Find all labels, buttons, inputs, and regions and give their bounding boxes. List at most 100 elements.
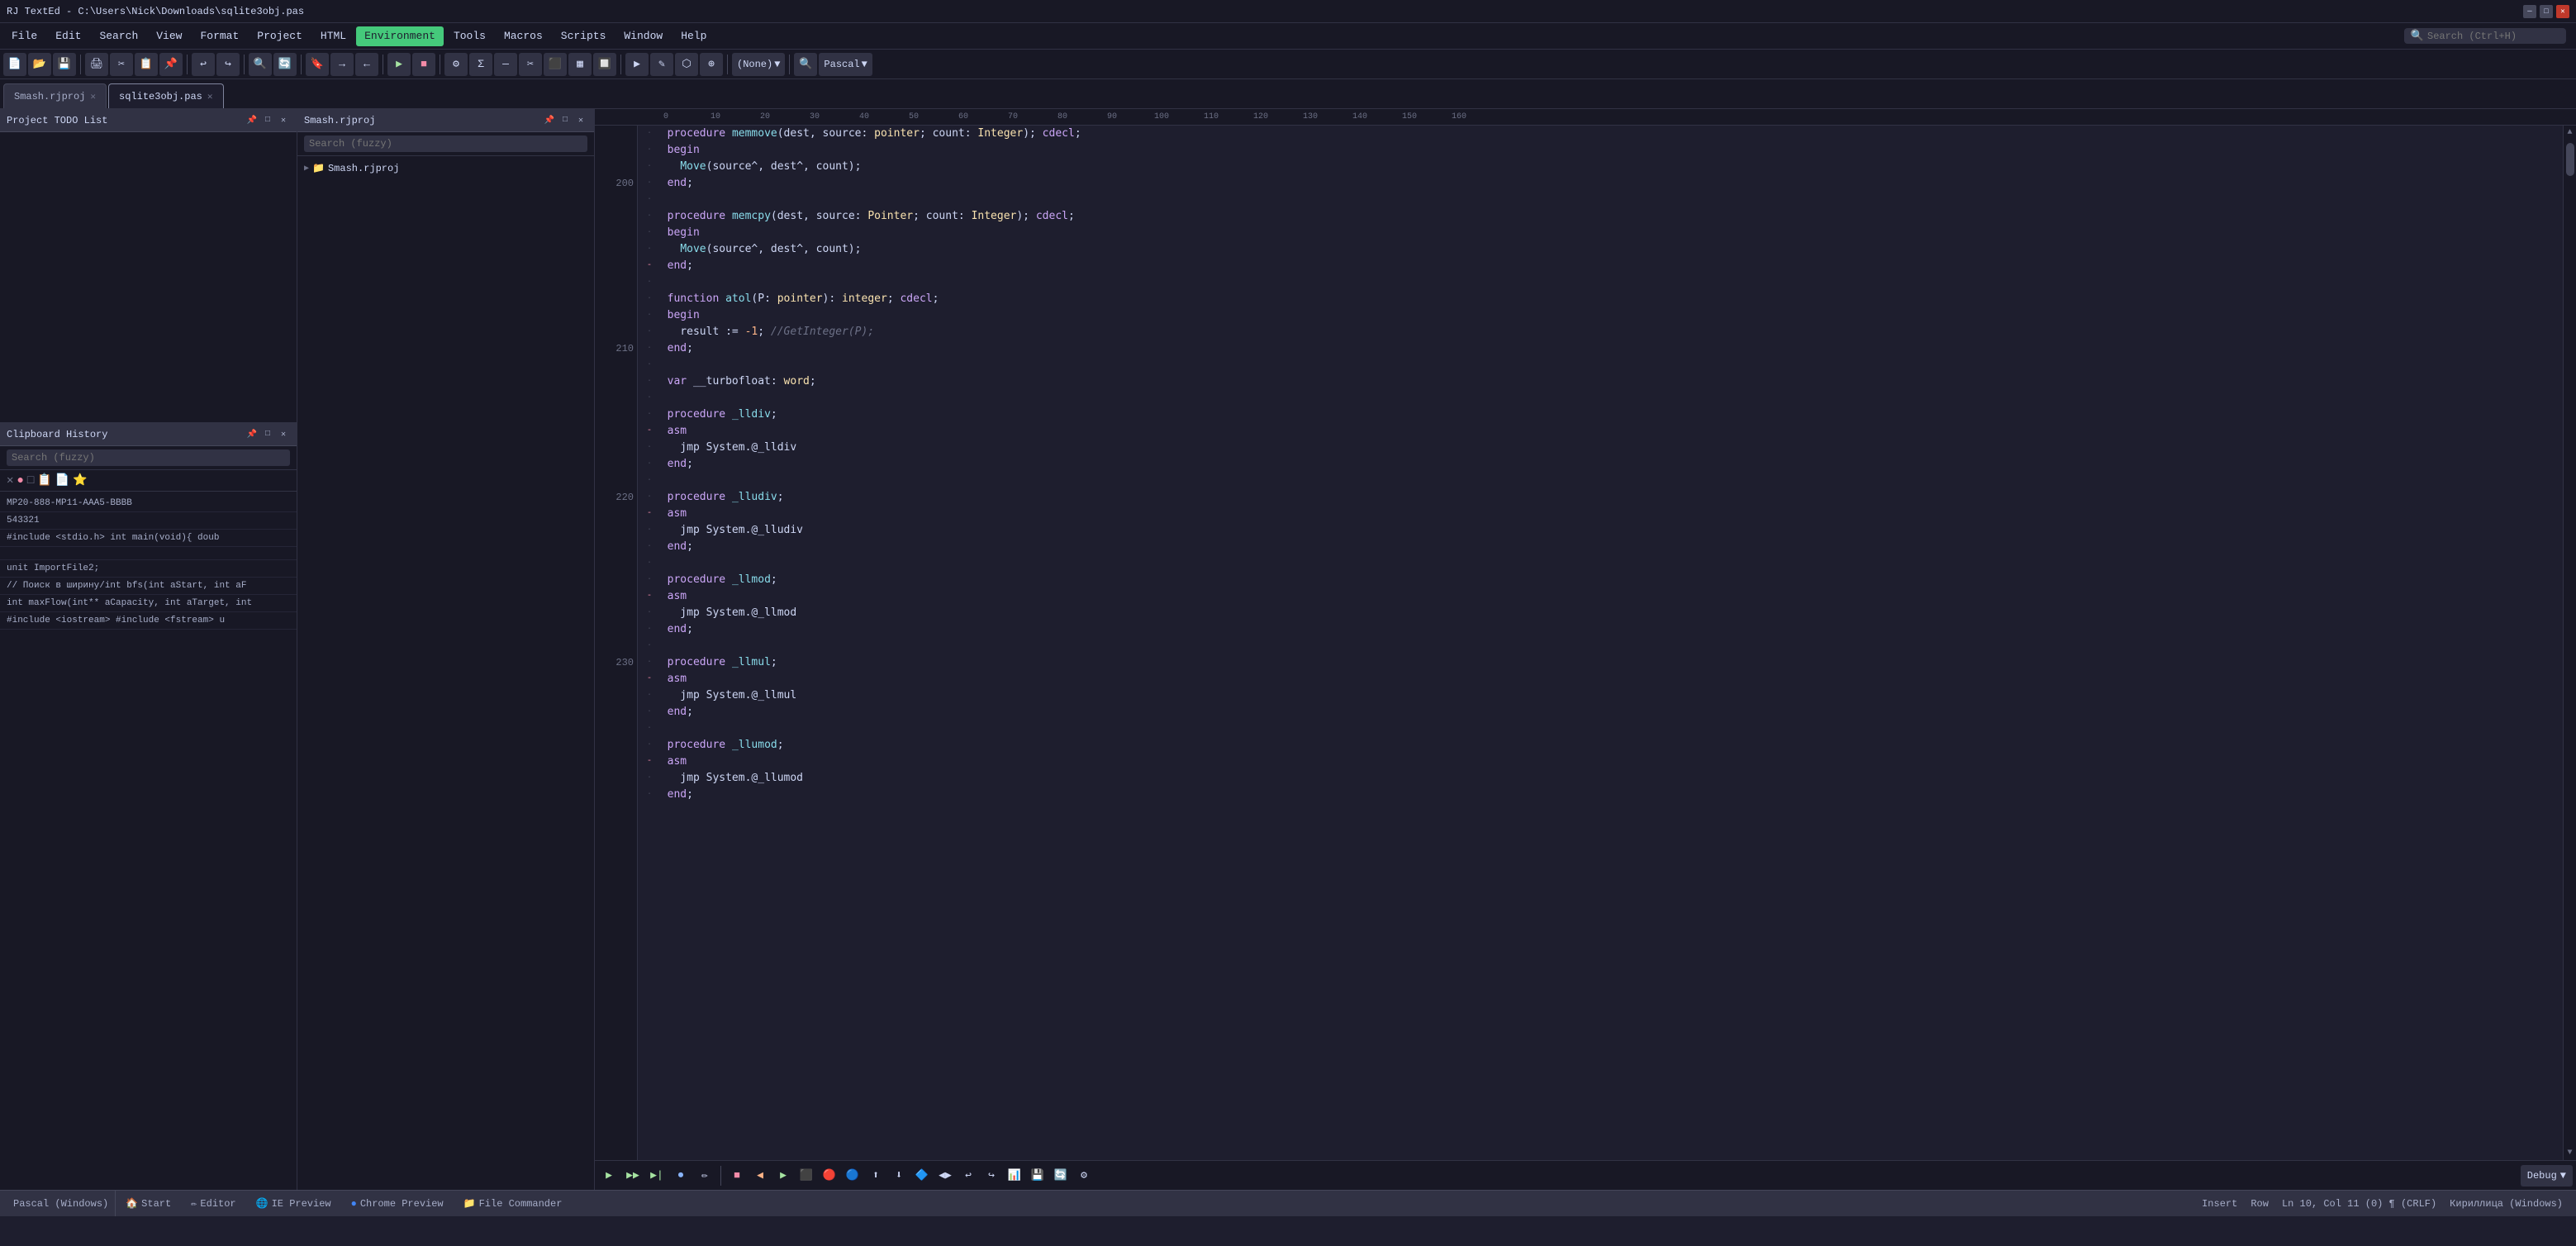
global-search-input[interactable] bbox=[2427, 31, 2559, 42]
menu-macros[interactable]: Macros bbox=[496, 26, 551, 46]
redo-button[interactable]: ↪ bbox=[216, 53, 240, 76]
window-controls[interactable]: ─ □ ✕ bbox=[2523, 5, 2569, 18]
tools-btn8[interactable]: ▶ bbox=[625, 53, 649, 76]
none-dropdown[interactable]: (None) ▼ bbox=[732, 53, 785, 76]
debug-icon-9[interactable]: 🔷 bbox=[911, 1165, 933, 1187]
clip-item-7[interactable]: #include <iostream> #include <fstream> u bbox=[0, 612, 297, 630]
menu-edit[interactable]: Edit bbox=[47, 26, 89, 46]
debug-run-icon[interactable]: ▶ bbox=[598, 1165, 620, 1187]
scroll-up-arrow[interactable]: ▲ bbox=[2564, 126, 2574, 140]
debug-icon-11[interactable]: ↩ bbox=[958, 1165, 979, 1187]
minimize-button[interactable]: ─ bbox=[2523, 5, 2536, 18]
clip-item-1[interactable]: 543321 bbox=[0, 512, 297, 530]
clip-copy-icon[interactable]: □ bbox=[27, 474, 34, 487]
debug-icon-5[interactable]: 🔴 bbox=[819, 1165, 840, 1187]
menu-project[interactable]: Project bbox=[249, 26, 311, 46]
debug-config-dropdown[interactable]: Debug ▼ bbox=[2521, 1165, 2573, 1187]
tab-smash-rjproj[interactable]: Smash.rjproj ✕ bbox=[3, 83, 107, 108]
menu-html[interactable]: HTML bbox=[312, 26, 354, 46]
debug-icon-1[interactable]: ■ bbox=[726, 1165, 748, 1187]
close-button[interactable]: ✕ bbox=[2556, 5, 2569, 18]
tab-smash-close[interactable]: ✕ bbox=[90, 91, 96, 102]
status-tab-chrome-preview[interactable]: ● Chrome Preview bbox=[341, 1191, 454, 1216]
clip-item-0[interactable]: MP20-888-MP11-AAA5-BBBB bbox=[0, 495, 297, 512]
tools-btn3[interactable]: — bbox=[494, 53, 517, 76]
menu-file[interactable]: File bbox=[3, 26, 45, 46]
debug-icon-13[interactable]: 📊 bbox=[1004, 1165, 1025, 1187]
debug-rec-icon[interactable]: ⏺ bbox=[670, 1165, 692, 1187]
clip-item-3[interactable] bbox=[0, 547, 297, 560]
todo-minimize-button[interactable]: □ bbox=[261, 114, 274, 127]
tree-close-button[interactable]: ✕ bbox=[574, 114, 587, 127]
clipboard-minimize-button[interactable]: □ bbox=[261, 428, 274, 441]
code-editor[interactable]: · procedure memmove(dest, source: pointe… bbox=[638, 126, 2563, 1160]
scroll-down-arrow[interactable]: ▼ bbox=[2564, 1146, 2574, 1160]
tools-btn4[interactable]: ✂ bbox=[519, 53, 542, 76]
undo-button[interactable]: ↩ bbox=[192, 53, 215, 76]
menu-environment[interactable]: Environment bbox=[356, 26, 444, 46]
tools-btn10[interactable]: ⬡ bbox=[675, 53, 698, 76]
new-button[interactable]: 📄 bbox=[3, 53, 26, 76]
clip-file-icon[interactable]: 📄 bbox=[55, 473, 69, 487]
paste-button[interactable]: 📌 bbox=[159, 53, 183, 76]
debug-icon-14[interactable]: 💾 bbox=[1027, 1165, 1048, 1187]
replace-button[interactable]: 🔄 bbox=[273, 53, 297, 76]
outdent-button[interactable]: ← bbox=[355, 53, 378, 76]
tools-btn12[interactable]: 🔍 bbox=[794, 53, 817, 76]
status-tab-home[interactable]: 🏠 Start bbox=[116, 1191, 181, 1216]
debug-icon-2[interactable]: ◀ bbox=[749, 1165, 771, 1187]
status-tab-editor[interactable]: ✏ Editor bbox=[181, 1191, 245, 1216]
tree-item-smash[interactable]: ▶ 📁 Smash.rjproj bbox=[304, 159, 587, 177]
scroll-thumb[interactable] bbox=[2566, 143, 2574, 176]
debug-icon-12[interactable]: ↪ bbox=[981, 1165, 1002, 1187]
tree-pin-button[interactable]: 📌 bbox=[543, 114, 556, 127]
stop-button[interactable]: ■ bbox=[412, 53, 435, 76]
bookmark-button[interactable]: 🔖 bbox=[306, 53, 329, 76]
tab-sqlite3-close[interactable]: ✕ bbox=[207, 91, 213, 102]
menu-help[interactable]: Help bbox=[673, 26, 715, 46]
menu-scripts[interactable]: Scripts bbox=[553, 26, 615, 46]
debug-icon-6[interactable]: 🔵 bbox=[842, 1165, 863, 1187]
status-tab-file-commander[interactable]: 📁 File Commander bbox=[454, 1191, 573, 1216]
tools-btn1[interactable]: ⚙ bbox=[444, 53, 468, 76]
clip-paste-icon[interactable]: 📋 bbox=[37, 473, 51, 487]
tools-btn6[interactable]: ▦ bbox=[568, 53, 592, 76]
clip-item-6[interactable]: int maxFlow(int** aCapacity, int aTarget… bbox=[0, 595, 297, 612]
editor-scrollbar[interactable]: ▲ ▼ bbox=[2563, 126, 2576, 1160]
cut-button[interactable]: ✂ bbox=[110, 53, 133, 76]
debug-icon-7[interactable]: ⬆ bbox=[865, 1165, 886, 1187]
tree-search-input[interactable] bbox=[304, 136, 587, 152]
clipboard-close-button[interactable]: ✕ bbox=[277, 428, 290, 441]
debug-icon-8[interactable]: ⬇ bbox=[888, 1165, 910, 1187]
menu-tools[interactable]: Tools bbox=[445, 26, 494, 46]
clip-item-5[interactable]: // Поиск в ширину/int bfs(int aStart, in… bbox=[0, 578, 297, 595]
run-button[interactable]: ▶ bbox=[387, 53, 411, 76]
debug-icon-4[interactable]: ⬛ bbox=[796, 1165, 817, 1187]
menu-format[interactable]: Format bbox=[192, 26, 247, 46]
tools-btn11[interactable]: ⊕ bbox=[700, 53, 723, 76]
open-button[interactable]: 📂 bbox=[28, 53, 51, 76]
clip-delete-icon[interactable]: ✕ bbox=[7, 473, 13, 487]
debug-run-cursor-icon[interactable]: ▶| bbox=[646, 1165, 668, 1187]
clipboard-search-input[interactable] bbox=[7, 449, 290, 466]
tree-minimize-button[interactable]: □ bbox=[558, 114, 572, 127]
find-button[interactable]: 🔍 bbox=[249, 53, 272, 76]
debug-icon-16[interactable]: ⚙ bbox=[1073, 1165, 1095, 1187]
tools-btn7[interactable]: 🔲 bbox=[593, 53, 616, 76]
code-container[interactable]: 200 210 220 bbox=[595, 126, 2576, 1160]
save-button[interactable]: 💾 bbox=[53, 53, 76, 76]
status-tab-ie-preview[interactable]: 🌐 IE Preview bbox=[246, 1191, 341, 1216]
todo-close-button[interactable]: ✕ bbox=[277, 114, 290, 127]
todo-pin-button[interactable]: 📌 bbox=[245, 114, 259, 127]
debug-icon-10[interactable]: ◀▶ bbox=[934, 1165, 956, 1187]
clip-pin-icon[interactable]: ● bbox=[17, 474, 23, 487]
tools-btn5[interactable]: ⬛ bbox=[544, 53, 567, 76]
debug-step-icon[interactable]: ▶▶ bbox=[622, 1165, 644, 1187]
debug-icon-3[interactable]: ▶ bbox=[772, 1165, 794, 1187]
menu-view[interactable]: View bbox=[148, 26, 190, 46]
clip-item-2[interactable]: #include <stdio.h> int main(void){ doub bbox=[0, 530, 297, 547]
tab-sqlite3obj[interactable]: sqlite3obj.pas ✕ bbox=[108, 83, 223, 108]
menu-window[interactable]: Window bbox=[615, 26, 671, 46]
debug-edit-icon[interactable]: ✏ bbox=[694, 1165, 715, 1187]
print-button[interactable]: 🖨 bbox=[85, 53, 108, 76]
